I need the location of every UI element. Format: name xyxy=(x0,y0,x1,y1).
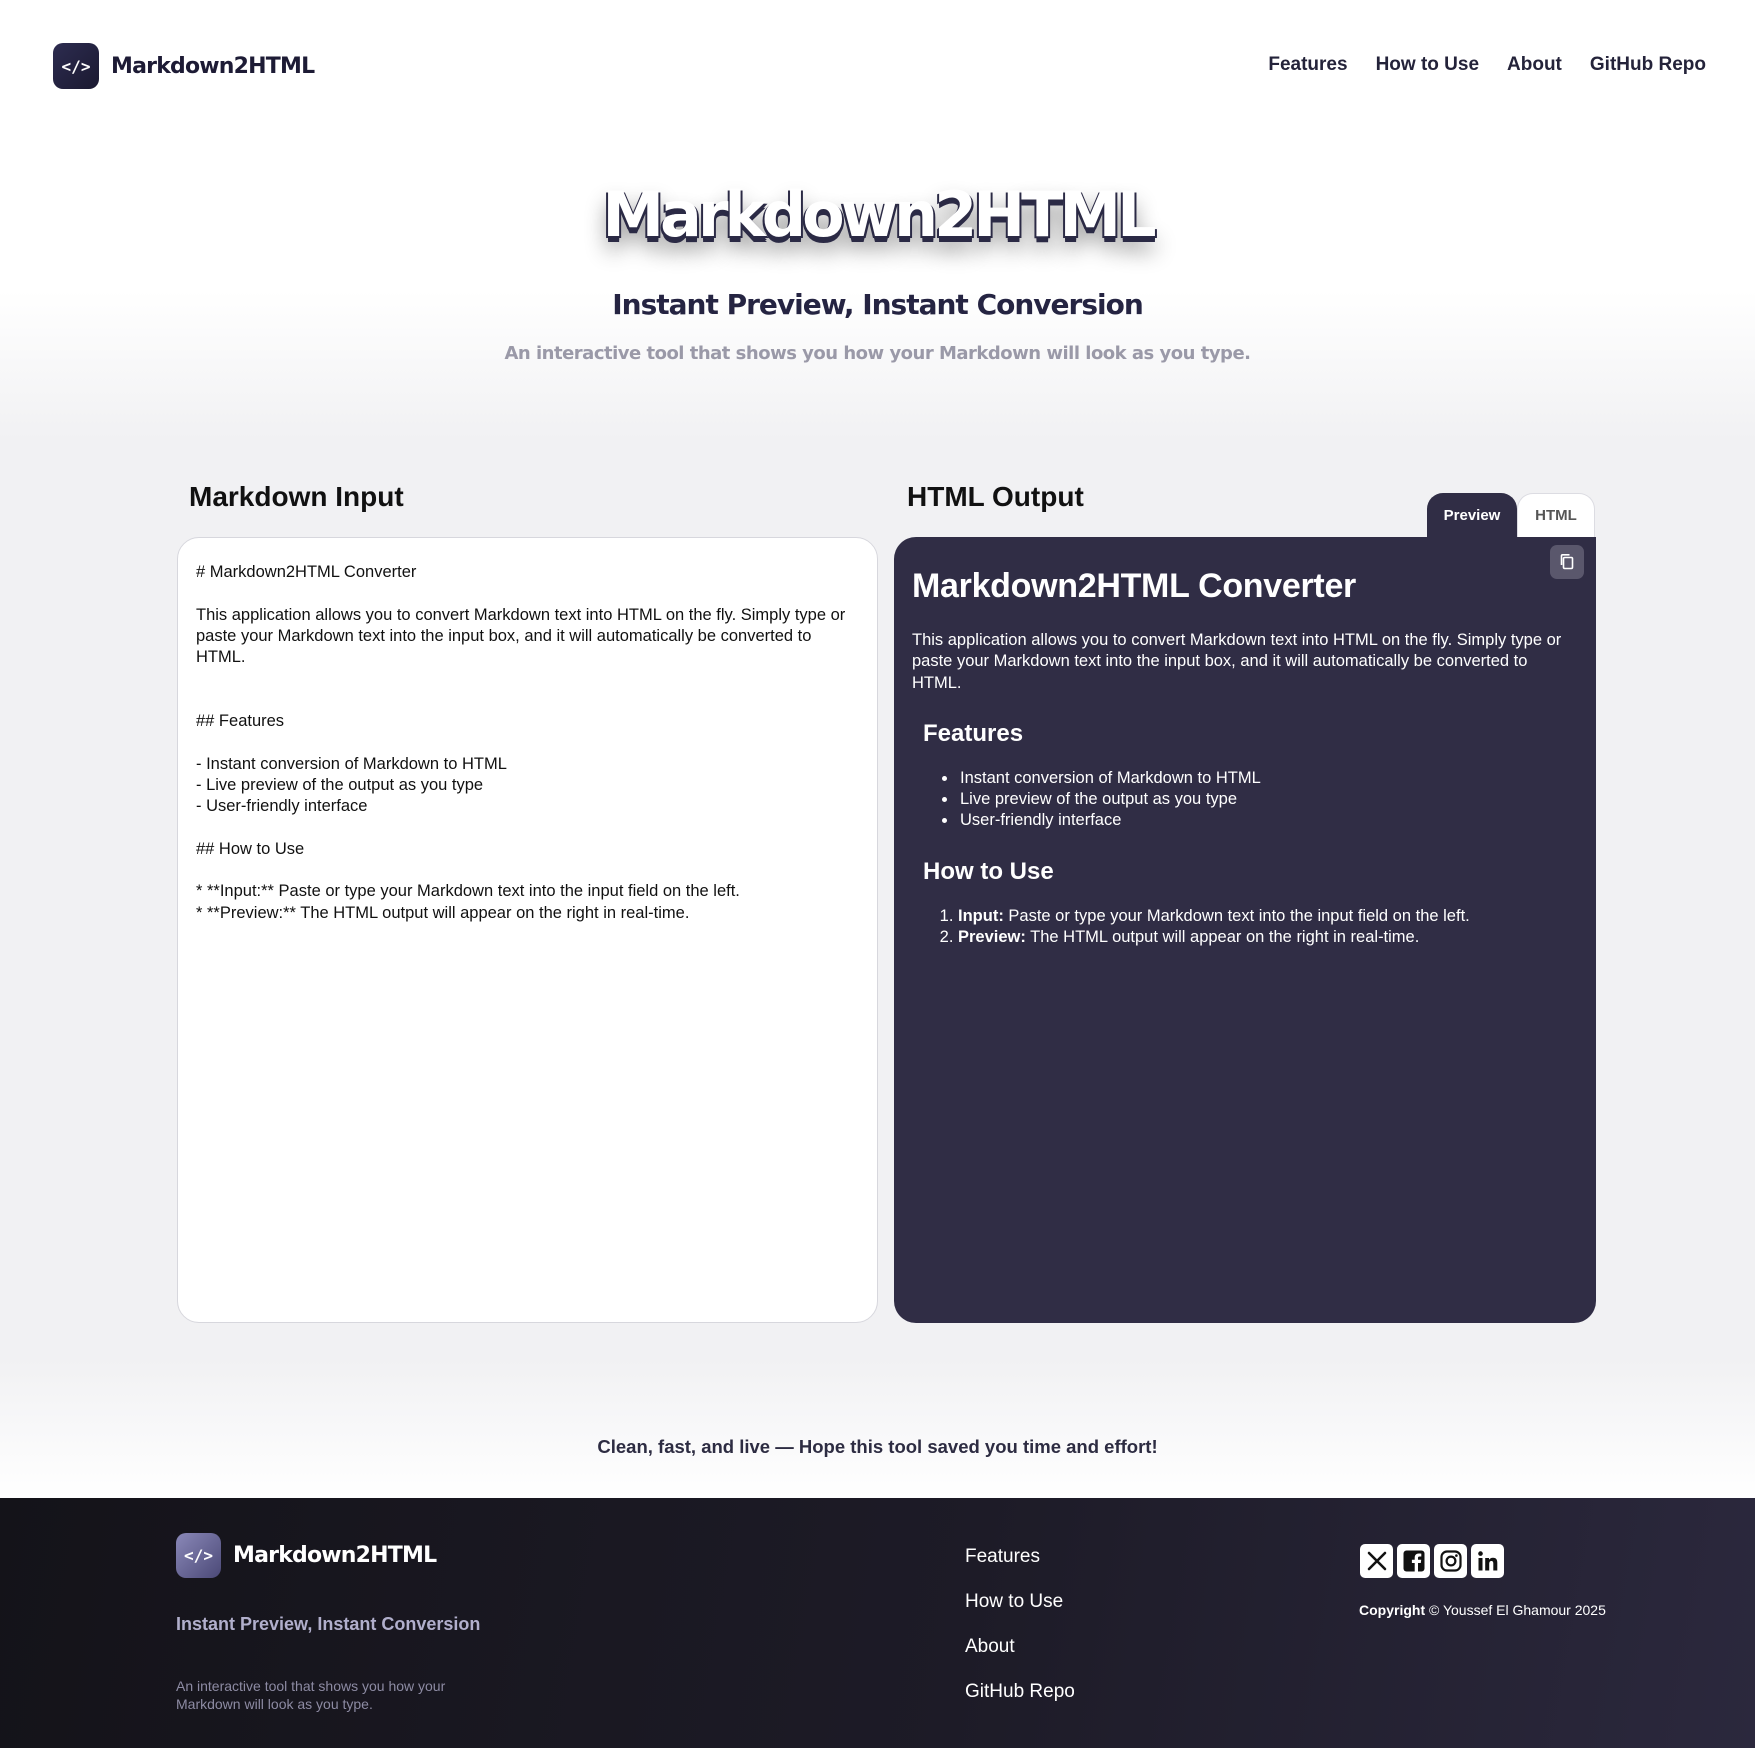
instagram-icon xyxy=(1439,1550,1462,1572)
footer-link-github-repo[interactable]: GitHub Repo xyxy=(965,1681,1075,1703)
list-item: Input: Paste or type your Markdown text … xyxy=(958,906,1578,927)
code-logo-icon: </> xyxy=(176,1533,221,1578)
brand-name: Markdown2HTML xyxy=(111,53,315,79)
x-social-link[interactable] xyxy=(1360,1544,1393,1578)
instagram-social-link[interactable] xyxy=(1434,1544,1467,1578)
step-bold: Input: xyxy=(958,906,1004,925)
nav-github-repo[interactable]: GitHub Repo xyxy=(1590,54,1706,76)
linkedin-icon xyxy=(1477,1551,1497,1571)
copyright-label: Copyright xyxy=(1359,1602,1426,1618)
hero-subtitle: Instant Preview, Instant Conversion xyxy=(612,288,1144,321)
hero-tagline: An interactive tool that shows you how y… xyxy=(504,343,1251,364)
main-nav: Features How to Use About GitHub Repo xyxy=(1268,54,1706,76)
tab-html[interactable]: HTML xyxy=(1517,493,1595,537)
step-text: Paste or type your Markdown text into th… xyxy=(1003,906,1470,925)
preview-paragraph: This application allows you to convert M… xyxy=(912,631,1562,692)
preview-steps-list: Input: Paste or type your Markdown text … xyxy=(958,906,1578,949)
brand[interactable]: </> Markdown2HTML xyxy=(53,43,315,89)
preview-heading-how-to-use: How to Use xyxy=(923,857,1054,885)
list-item: User-friendly interface xyxy=(958,810,1578,831)
html-output-title: HTML Output xyxy=(907,481,1084,512)
footer-link-how-to-use[interactable]: How to Use xyxy=(965,1591,1075,1613)
step-text: The HTML output will appear on the right… xyxy=(1025,928,1420,947)
list-item: Live preview of the output as you type xyxy=(958,789,1578,810)
html-output-panel: Markdown2HTML Converter This application… xyxy=(894,537,1596,1323)
footer-subtitle: Instant Preview, Instant Conversion xyxy=(176,1614,481,1634)
facebook-icon xyxy=(1403,1550,1424,1572)
copy-button[interactable] xyxy=(1550,545,1584,579)
preview-heading-features: Features xyxy=(923,719,1024,747)
closing-message: Clean, fast, and live — Hope this tool s… xyxy=(597,1436,1158,1457)
hero-title: Markdown2HTML xyxy=(602,178,1156,251)
footer-nav: Features How to Use About GitHub Repo xyxy=(965,1546,1075,1703)
code-logo-icon: </> xyxy=(53,43,99,89)
nav-how-to-use[interactable]: How to Use xyxy=(1376,54,1479,76)
footer-link-features[interactable]: Features xyxy=(965,1546,1075,1568)
linkedin-social-link[interactable] xyxy=(1471,1544,1504,1578)
copy-icon xyxy=(1560,554,1574,570)
top-header: </> Markdown2HTML Features How to Use Ab… xyxy=(0,0,1755,132)
tab-preview[interactable]: Preview xyxy=(1427,493,1517,537)
list-item: Instant conversion of Markdown to HTML xyxy=(958,768,1578,789)
preview-heading-1: Markdown2HTML Converter xyxy=(912,567,1356,605)
copyright-owner: © Youssef El Ghamour 2025 xyxy=(1425,1602,1606,1618)
preview-features-list: Instant conversion of Markdown to HTML L… xyxy=(958,768,1578,832)
footer-brand[interactable]: </> Markdown2HTML xyxy=(176,1533,437,1578)
output-tabs: Preview HTML xyxy=(1427,493,1595,537)
footer-brand-name: Markdown2HTML xyxy=(233,1543,437,1568)
footer-link-about[interactable]: About xyxy=(965,1636,1075,1658)
markdown-input-panel xyxy=(177,537,878,1323)
social-links xyxy=(1360,1544,1504,1578)
markdown-input-title: Markdown Input xyxy=(189,481,404,512)
facebook-social-link[interactable] xyxy=(1397,1544,1430,1578)
nav-about[interactable]: About xyxy=(1507,54,1562,76)
step-bold: Preview: xyxy=(958,928,1026,947)
footer: </> Markdown2HTML Instant Preview, Insta… xyxy=(0,1498,1755,1748)
nav-features[interactable]: Features xyxy=(1268,54,1347,76)
footer-tagline: An interactive tool that shows you how y… xyxy=(176,1678,446,1712)
markdown-input-field[interactable] xyxy=(196,562,859,1298)
list-item: Preview: The HTML output will appear on … xyxy=(958,927,1578,948)
x-icon xyxy=(1367,1551,1386,1571)
copyright-text: Copyright © Youssef El Ghamour 2025 xyxy=(1359,1602,1606,1618)
